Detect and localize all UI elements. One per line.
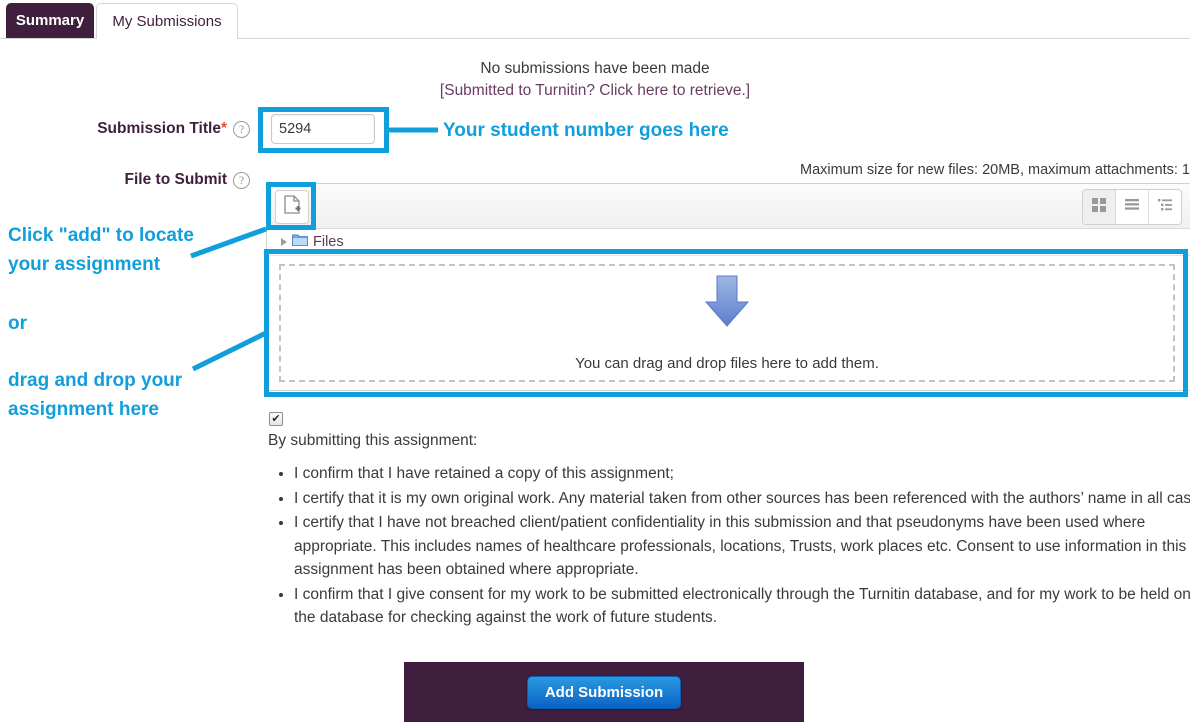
submission-title-label: Submission Title*: [97, 120, 227, 138]
annotation-drag-drop-line1: drag and drop your: [8, 370, 183, 391]
tree-view-icon: [1157, 197, 1173, 218]
annotation-or: or: [8, 313, 27, 334]
submit-bar: Add Submission: [404, 662, 804, 722]
view-mode-tree[interactable]: [1149, 190, 1181, 224]
help-icon-submission-title[interactable]: ?: [233, 121, 250, 138]
file-dropzone[interactable]: You can drag and drop files here to add …: [279, 264, 1175, 382]
add-submission-button[interactable]: Add Submission: [526, 675, 682, 709]
view-mode-group: [1082, 189, 1182, 225]
breadcrumb-files-label[interactable]: Files: [313, 234, 344, 250]
help-icon-file-to-submit[interactable]: ?: [233, 172, 250, 189]
tab-summary[interactable]: Summary: [6, 3, 94, 38]
file-to-submit-label: File to Submit: [125, 171, 227, 189]
view-mode-list[interactable]: [1116, 190, 1149, 224]
no-submissions-text: No submissions have been made: [480, 60, 710, 77]
file-manager: Files You can drag and drop files here t…: [266, 183, 1190, 391]
add-file-button[interactable]: [275, 190, 309, 224]
declaration-list: I confirm that I have retained a copy of…: [268, 462, 1190, 631]
checkmark-icon: ✔: [271, 412, 281, 425]
tab-bar: Summary My Submissions: [0, 0, 1190, 39]
declaration-checkbox[interactable]: ✔: [269, 412, 283, 426]
list-item: I certify that it is my own original wor…: [294, 487, 1190, 511]
list-item: I certify that I have not breached clien…: [294, 511, 1190, 582]
breadcrumb-expand-icon[interactable]: [281, 238, 287, 246]
submission-status: No submissions have been made [Submitted…: [0, 58, 1190, 102]
annotation-drag-drop-line2: assignment here: [8, 399, 159, 420]
annotation-click-add-line1: Click "add" to locate: [8, 225, 194, 246]
list-view-icon: [1124, 197, 1140, 218]
tab-my-submissions-label: My Submissions: [112, 13, 222, 30]
tab-my-submissions[interactable]: My Submissions: [96, 3, 238, 39]
max-size-note: Maximum size for new files: 20MB, maximu…: [799, 162, 1190, 178]
dropzone-text: You can drag and drop files here to add …: [575, 355, 879, 372]
file-to-submit-label-text: File to Submit: [124, 171, 227, 188]
file-manager-toolbar: [267, 184, 1190, 229]
view-mode-icons[interactable]: [1083, 190, 1116, 224]
submission-page: Summary My Submissions No submissions ha…: [0, 0, 1190, 722]
add-file-icon: [283, 194, 301, 220]
help-icon-glyph: ?: [238, 174, 245, 187]
folder-icon: [292, 233, 308, 251]
turnitin-retrieve-link[interactable]: [Submitted to Turnitin? Click here to re…: [0, 80, 1190, 102]
grid-view-icon: [1091, 197, 1107, 218]
annotation-student-number: Your student number goes here: [443, 120, 729, 141]
help-icon-glyph: ?: [238, 123, 245, 136]
download-arrow-icon: [699, 274, 755, 337]
tab-summary-label: Summary: [15, 12, 85, 29]
list-item: I confirm that I give consent for my wor…: [294, 583, 1190, 630]
submission-title-input[interactable]: [271, 114, 375, 144]
file-manager-breadcrumb: Files: [267, 229, 1190, 256]
annotation-click-add-line2: your assignment: [8, 254, 161, 275]
submission-title-label-text: Submission Title: [97, 120, 221, 137]
list-item: I confirm that I have retained a copy of…: [294, 462, 1190, 486]
declaration-heading: By submitting this assignment:: [268, 432, 478, 449]
required-asterisk: *: [220, 120, 227, 137]
